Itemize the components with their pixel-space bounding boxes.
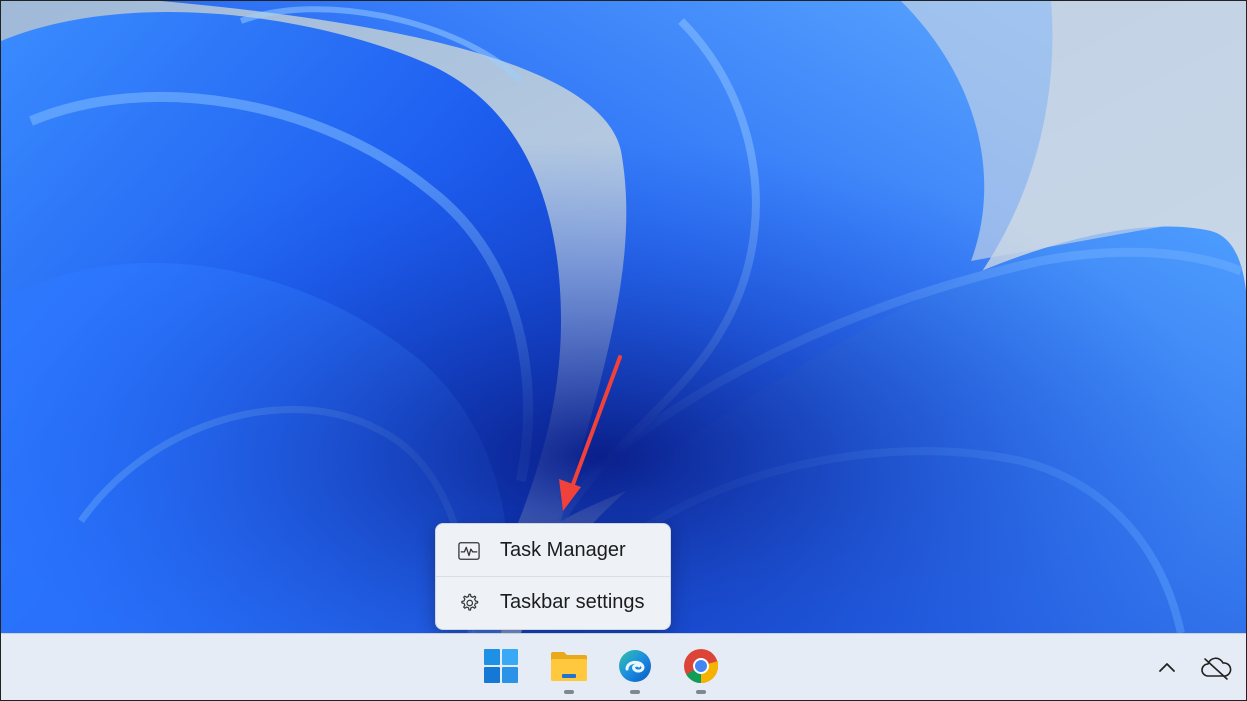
onedrive-cloud-icon (1200, 657, 1232, 686)
file-explorer-button[interactable] (549, 648, 589, 688)
menu-item-taskbar-settings[interactable]: Taskbar settings (436, 577, 670, 628)
desktop-screen: Task Manager Taskbar settings (0, 0, 1247, 701)
task-manager-icon (458, 540, 480, 562)
chrome-button[interactable] (681, 648, 721, 688)
onedrive-tray-button[interactable] (1200, 654, 1232, 682)
chevron-up-icon (1154, 663, 1180, 684)
edge-icon (617, 648, 653, 688)
running-indicator (564, 690, 574, 694)
menu-item-label: Task Manager (500, 539, 626, 561)
running-indicator (696, 690, 706, 694)
edge-button[interactable] (615, 648, 655, 688)
taskbar-context-menu: Task Manager Taskbar settings (435, 523, 671, 630)
gear-icon (458, 592, 480, 614)
menu-item-task-manager[interactable]: Task Manager (436, 525, 670, 576)
chrome-icon (683, 648, 719, 688)
start-button[interactable] (481, 648, 521, 688)
running-indicator (630, 690, 640, 694)
windows-start-icon (483, 648, 519, 688)
show-hidden-icons-button[interactable] (1154, 654, 1180, 680)
taskbar (1, 633, 1246, 700)
menu-item-label: Taskbar settings (500, 591, 645, 613)
folder-icon (550, 650, 588, 686)
